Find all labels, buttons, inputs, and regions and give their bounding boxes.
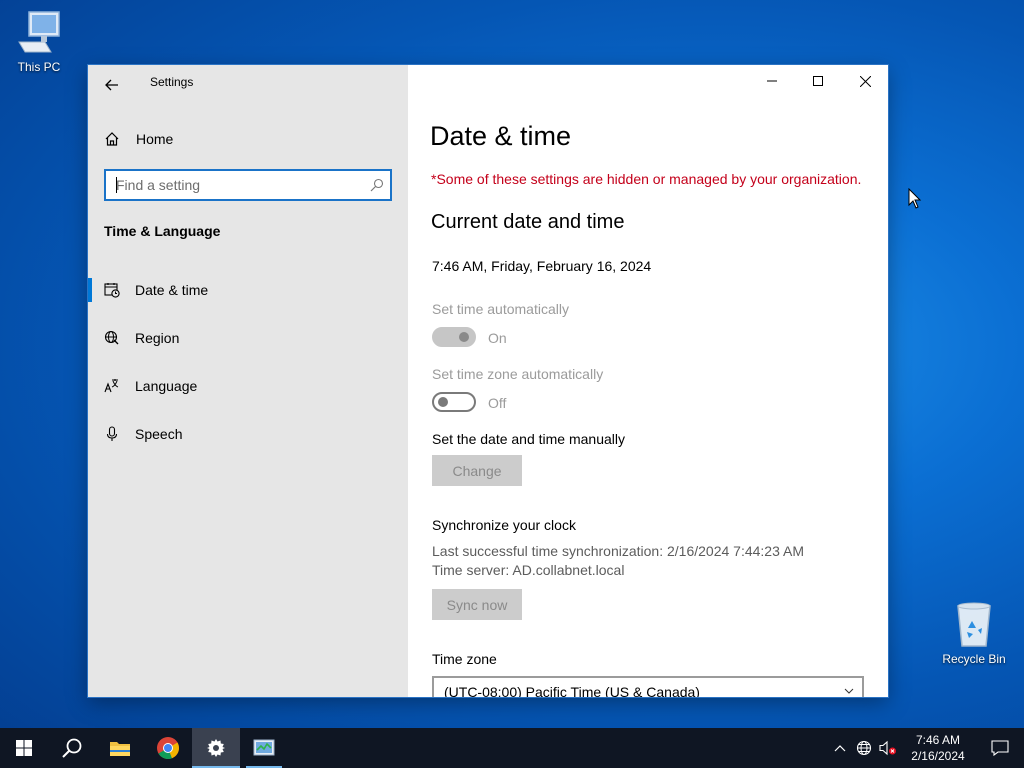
language-icon bbox=[104, 378, 120, 394]
change-button[interactable]: Change bbox=[432, 455, 522, 486]
folder-icon bbox=[110, 742, 130, 756]
set-time-auto-toggle[interactable] bbox=[432, 327, 476, 347]
timezone-label: Time zone bbox=[432, 651, 497, 667]
clock-date: 2/16/2024 bbox=[911, 749, 965, 763]
recycle-bin-desktop-icon[interactable]: Recycle Bin bbox=[936, 600, 1012, 666]
text-caret bbox=[116, 177, 117, 193]
toggle-knob bbox=[459, 332, 469, 342]
chrome-button[interactable] bbox=[144, 728, 192, 768]
nav-item-language[interactable]: Language bbox=[88, 366, 408, 406]
computer-icon bbox=[15, 8, 63, 56]
start-button[interactable] bbox=[0, 728, 48, 768]
back-button[interactable] bbox=[96, 69, 128, 101]
recycle-bin-label: Recycle Bin bbox=[942, 652, 1006, 666]
search-icon bbox=[370, 178, 384, 192]
last-sync-text: Last successful time synchronization: 2/… bbox=[432, 543, 804, 559]
notification-icon bbox=[991, 740, 1009, 756]
app-title: Settings bbox=[150, 75, 194, 89]
taskbar: 7:46 AM 2/16/2024 bbox=[0, 728, 1024, 768]
nav-item-label: Region bbox=[135, 330, 180, 346]
nav-item-label: Date & time bbox=[135, 282, 209, 298]
taskbar-clock[interactable]: 7:46 AM 2/16/2024 bbox=[900, 732, 976, 764]
search-icon bbox=[62, 738, 82, 758]
search-input[interactable] bbox=[116, 177, 356, 193]
file-explorer-button[interactable] bbox=[96, 728, 144, 768]
windows-logo-icon bbox=[16, 740, 32, 756]
system-tray: 7:46 AM 2/16/2024 bbox=[828, 728, 1024, 768]
nav-item-label: Speech bbox=[135, 426, 183, 442]
nav-item-label: Language bbox=[135, 378, 198, 394]
section-title: Time & Language bbox=[104, 223, 221, 239]
managed-notice: *Some of these settings are hidden or ma… bbox=[431, 171, 862, 187]
set-tz-auto-label: Set time zone automatically bbox=[432, 366, 604, 382]
control-panel-icon bbox=[253, 739, 275, 756]
show-hidden-icons-button[interactable] bbox=[828, 728, 852, 768]
current-date-heading: Current date and time bbox=[431, 211, 625, 233]
speaker-muted-icon bbox=[879, 740, 896, 756]
search-taskbar-button[interactable] bbox=[48, 728, 96, 768]
maximize-button[interactable] bbox=[795, 65, 841, 97]
gear-icon bbox=[207, 739, 225, 757]
recycle-bin-icon bbox=[950, 600, 998, 648]
back-arrow-icon bbox=[105, 79, 118, 91]
close-button[interactable] bbox=[842, 65, 888, 97]
globe-icon bbox=[104, 330, 120, 346]
home-icon bbox=[105, 132, 119, 146]
sync-heading: Synchronize your clock bbox=[432, 517, 576, 533]
nav-item-region[interactable]: Region bbox=[88, 318, 408, 358]
timezone-dropdown[interactable]: (UTC-08:00) Pacific Time (US & Canada) bbox=[432, 676, 864, 697]
globe-network-icon bbox=[856, 740, 872, 756]
volume-button[interactable] bbox=[876, 728, 900, 768]
set-tz-auto-toggle[interactable] bbox=[432, 392, 476, 412]
minimize-icon bbox=[767, 80, 777, 82]
chevron-up-icon bbox=[834, 745, 846, 752]
chrome-icon bbox=[157, 737, 179, 759]
manual-set-label: Set the date and time manually bbox=[432, 431, 626, 447]
network-button[interactable] bbox=[852, 728, 876, 768]
timezone-value: (UTC-08:00) Pacific Time (US & Canada) bbox=[444, 684, 700, 697]
microphone-icon bbox=[104, 426, 120, 442]
nav-item-date-time[interactable]: Date & time bbox=[88, 270, 408, 310]
toggle-knob bbox=[438, 397, 448, 407]
nav-item-speech[interactable]: Speech bbox=[88, 414, 408, 454]
settings-taskbar-button[interactable] bbox=[192, 728, 240, 768]
home-label: Home bbox=[136, 131, 174, 147]
maximize-icon bbox=[813, 76, 823, 86]
control-panel-taskbar-button[interactable] bbox=[240, 728, 288, 768]
mouse-cursor-icon bbox=[908, 188, 922, 209]
this-pc-desktop-icon[interactable]: This PC bbox=[1, 8, 77, 74]
set-time-auto-state: On bbox=[488, 330, 507, 346]
time-server-text: Time server: AD.collabnet.local bbox=[432, 562, 625, 578]
sync-now-button[interactable]: Sync now bbox=[432, 589, 522, 620]
set-tz-auto-state: Off bbox=[488, 395, 507, 411]
close-icon bbox=[859, 75, 871, 87]
search-box[interactable] bbox=[104, 169, 392, 201]
home-link[interactable]: Home bbox=[104, 127, 173, 151]
this-pc-label: This PC bbox=[17, 60, 61, 74]
minimize-button[interactable] bbox=[749, 65, 795, 97]
chevron-down-icon bbox=[844, 688, 854, 694]
clock-time: 7:46 AM bbox=[915, 733, 961, 747]
settings-nav-pane: Settings Home Time & Language bbox=[88, 65, 408, 697]
settings-window: Settings Home Time & Language bbox=[88, 65, 888, 697]
action-center-button[interactable] bbox=[976, 728, 1024, 768]
calendar-clock-icon bbox=[104, 282, 120, 298]
page-title: Date & time bbox=[430, 121, 572, 151]
settings-content-pane: Date & time *Some of these settings are … bbox=[408, 65, 888, 697]
set-time-auto-label: Set time automatically bbox=[432, 301, 569, 317]
current-datetime: 7:46 AM, Friday, February 16, 2024 bbox=[432, 258, 652, 274]
